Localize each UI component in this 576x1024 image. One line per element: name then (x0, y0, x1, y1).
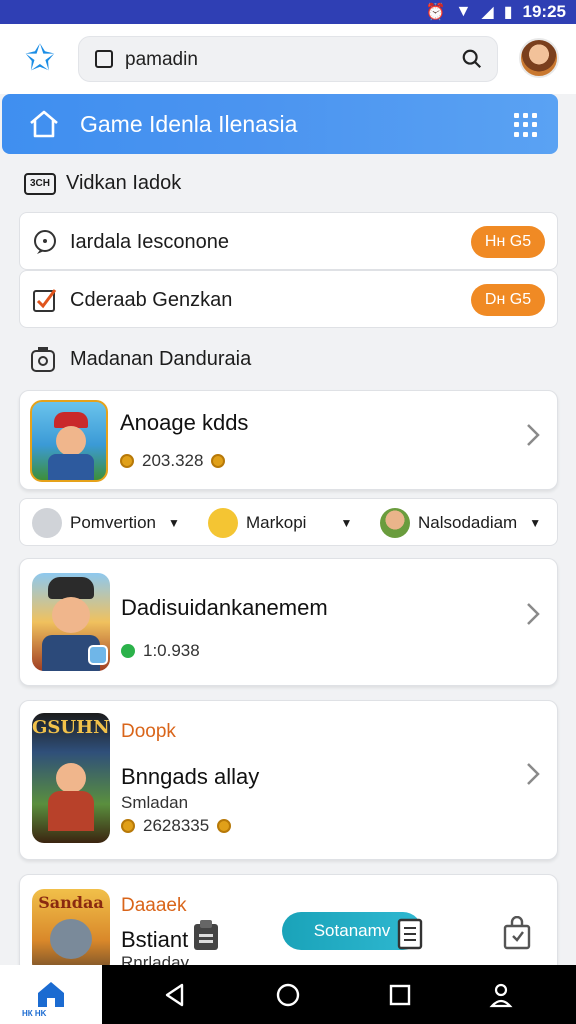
chevron-right-icon[interactable] (525, 422, 541, 448)
search-input[interactable]: pamadin (125, 49, 198, 71)
category-banner[interactable]: Game Idenla Ilenasia (2, 94, 558, 154)
banner-title: Game Idenla Ilenasia (80, 111, 298, 137)
app-header: ✩ pamadin (0, 24, 576, 94)
list-row-3[interactable]: Madanan Danduraia (30, 345, 251, 373)
filter-label: Markopi (246, 513, 307, 532)
game-meta: 203.328 (120, 451, 226, 471)
document-list-icon[interactable] (396, 916, 426, 952)
user-download-icon[interactable] (488, 982, 514, 1008)
row-action-pill[interactable]: Dн G5 (471, 284, 545, 316)
section-header: 3CH Vidkan Iadok (24, 172, 181, 195)
filter-label: Nalsodadiam (418, 513, 518, 532)
chat-bubble-icon (34, 230, 56, 254)
game-subtitle: Smladan (121, 793, 189, 812)
user-avatar[interactable] (519, 38, 559, 78)
online-dot-icon (121, 644, 135, 658)
game-thumbnail: GSUHNI (32, 713, 110, 843)
status-bar: ⏰ ▼ ◢ ▮ 19:25 (0, 0, 576, 24)
coin-icon (120, 454, 134, 468)
game-title: Dadisuidankanemem (121, 595, 328, 620)
chevron-right-icon[interactable] (525, 761, 541, 787)
status-icons: ⏰ ▼ ◢ ▮ 19:25 (426, 2, 566, 22)
status-time: 19:25 (522, 2, 566, 21)
filter-bar: Pomvertion ▼ Markopi ▼ Nalsodadiam ▼ (19, 498, 558, 546)
chevron-right-icon[interactable] (525, 601, 541, 627)
game-card-3[interactable]: GSUHNI Doopk Bnngads allay Smladan 26283… (19, 700, 558, 860)
alarm-icon: ⏰ (425, 4, 446, 21)
game-meta-value: 2628335 (143, 816, 210, 835)
app-logo-icon[interactable]: ✩ (20, 38, 60, 78)
filter-dropdown-1[interactable]: Pomvertion ▼ (32, 507, 180, 539)
section-title: Vidkan Iadok (66, 172, 182, 194)
signal-icon: ◢ (481, 4, 494, 21)
tab-caption: НК HK (22, 1009, 47, 1018)
bottom-tab-home[interactable]: НК HK (0, 965, 102, 1024)
camera-icon (31, 347, 55, 372)
search-bar[interactable]: pamadin (78, 36, 498, 82)
back-icon[interactable] (162, 982, 188, 1008)
search-icon[interactable] (461, 48, 483, 70)
clipboard-icon[interactable] (190, 918, 222, 952)
chevron-down-icon: ▼ (167, 516, 180, 530)
section-badge-icon: 3CH (24, 172, 56, 195)
game-card-2[interactable]: Dadisuidankanemem 1:0.938 (19, 558, 558, 686)
game-thumbnail (32, 573, 110, 671)
chevron-down-icon: ▼ (340, 516, 353, 530)
coin-icon (211, 454, 226, 468)
game-meta: 1:0.938 (121, 641, 200, 661)
filter-dropdown-2[interactable]: Markopi ▼ (208, 507, 352, 539)
checkbox-checked-icon (33, 289, 57, 312)
game-meta-value: 1:0.938 (143, 641, 200, 660)
game-meta: 2628335 (121, 816, 232, 836)
coin-icon (217, 819, 232, 833)
row-action-pill[interactable]: Hн G5 (471, 226, 545, 258)
list-row-2[interactable]: Cderaab Genzkan Dн G5 (19, 270, 558, 328)
filter-dropdown-3[interactable]: Nalsodadiam ▼ (380, 507, 541, 539)
game-title: Bnngads allay (121, 764, 260, 789)
list-row-1[interactable]: Iardala Iesconone Hн G5 (19, 212, 558, 270)
system-nav-bar: НК HK (0, 965, 576, 1024)
game-tag: Doopk (121, 721, 176, 742)
row-label: Iardala Iesconone (70, 231, 230, 253)
row-label: Madanan Danduraia (70, 347, 252, 370)
game-card-1[interactable]: Anoage kdds 203.328 (19, 390, 558, 490)
coin-icon (121, 819, 135, 833)
game-thumbnail: Sandaa (32, 889, 110, 975)
home-icon (38, 982, 64, 1007)
game-tag: Daaaek (121, 895, 187, 916)
battery-icon: ▮ (503, 4, 513, 21)
game-title: Bstiant (121, 927, 189, 952)
row-label: Cderaab Genzkan (70, 289, 233, 311)
avatar-icon (380, 508, 410, 538)
game-meta-value: 203.328 (142, 451, 204, 470)
sad-face-icon (32, 508, 62, 538)
shopping-bag-icon[interactable] (502, 916, 532, 950)
home-icon (30, 110, 58, 138)
game-thumbnail (30, 400, 108, 482)
wifi-icon: ▼ (455, 3, 472, 20)
thumbnail-logo-text: GSUHNI (32, 717, 110, 738)
chevron-down-icon: ▼ (529, 516, 542, 530)
thumbnail-logo-text: Sandaa (38, 893, 104, 912)
checkbox-icon (95, 50, 113, 68)
game-title: Anoage kdds (120, 410, 249, 435)
grid-menu-icon[interactable] (514, 113, 538, 137)
filter-label: Pomvertion (70, 513, 156, 532)
home-button-icon[interactable] (275, 982, 301, 1008)
recents-icon[interactable] (387, 982, 413, 1008)
smiley-icon (208, 508, 238, 538)
